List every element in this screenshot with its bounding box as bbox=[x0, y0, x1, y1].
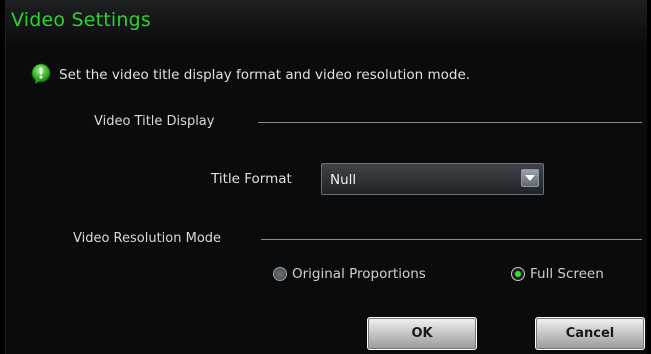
title-format-label: Title Format bbox=[211, 171, 292, 187]
title-format-select[interactable]: Null bbox=[321, 163, 544, 195]
video-resolution-mode-divider bbox=[261, 239, 642, 240]
radio-label-full-screen: Full Screen bbox=[530, 266, 604, 282]
video-settings-dialog: Video Settings Set the video title displ… bbox=[5, 0, 647, 354]
info-text: Set the video title display format and v… bbox=[59, 67, 471, 83]
video-resolution-mode-label: Video Resolution Mode bbox=[73, 231, 222, 246]
radio-label-original-proportions: Original Proportions bbox=[292, 266, 426, 282]
title-bar: Video Settings bbox=[6, 0, 647, 44]
cancel-button[interactable]: Cancel bbox=[535, 317, 645, 350]
radio-checked-icon[interactable] bbox=[511, 267, 525, 281]
chevron-down-icon[interactable] bbox=[521, 169, 539, 187]
title-format-value: Null bbox=[330, 172, 357, 188]
dialog-title: Video Settings bbox=[11, 9, 152, 31]
info-bubble-icon bbox=[31, 63, 51, 84]
video-title-display-label: Video Title Display bbox=[94, 114, 215, 129]
radio-icon[interactable] bbox=[273, 267, 287, 281]
video-title-display-divider bbox=[258, 122, 642, 123]
dialog-content bbox=[6, 44, 647, 354]
ok-button[interactable]: OK bbox=[367, 317, 477, 350]
radio-original-proportions[interactable]: Original Proportions bbox=[273, 264, 426, 284]
radio-full-screen[interactable]: Full Screen bbox=[511, 264, 604, 284]
